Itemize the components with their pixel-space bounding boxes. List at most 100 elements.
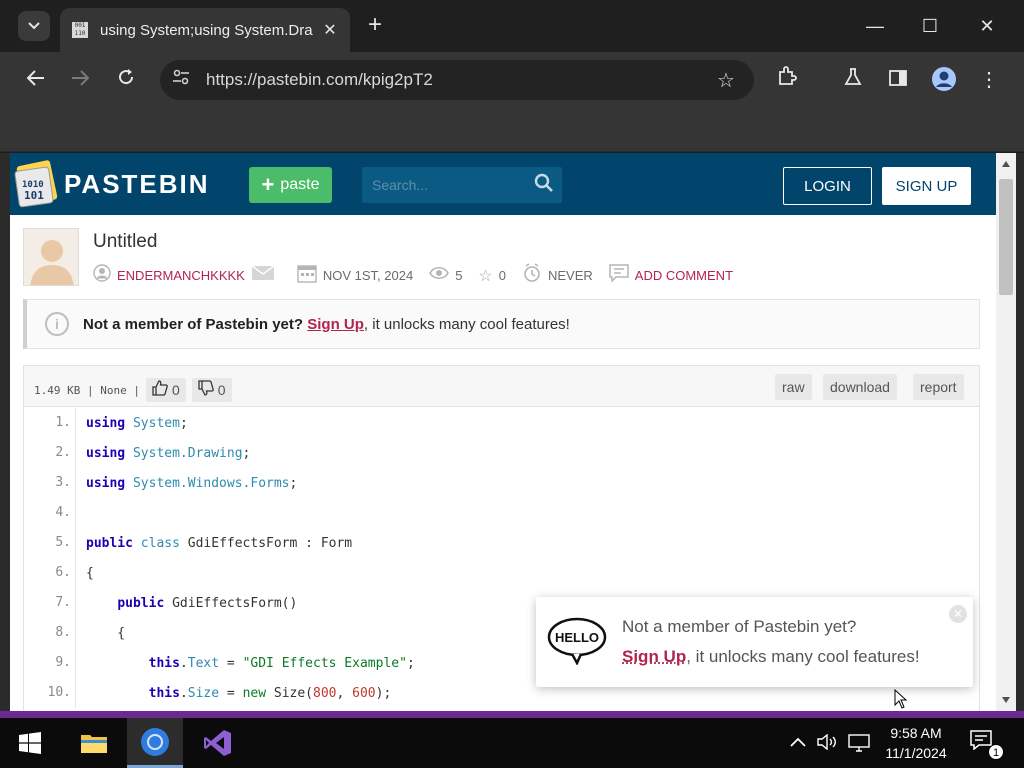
svg-text:101: 101 xyxy=(24,189,44,202)
raw-button[interactable]: raw xyxy=(775,374,812,400)
author-link[interactable]: ENDERMANCHKKKK xyxy=(117,268,245,283)
like-count: 0 xyxy=(171,382,180,398)
code-text: { xyxy=(76,626,125,641)
comment-icon xyxy=(609,264,629,287)
download-button[interactable]: download xyxy=(823,374,897,400)
search-icon[interactable] xyxy=(534,173,554,199)
line-number: 8. xyxy=(24,618,76,648)
volume-icon[interactable] xyxy=(817,733,839,755)
browser-toolbar: https://pastebin.com/kpig2pT2 ☆ ⋮ xyxy=(0,52,1024,108)
address-bar[interactable]: https://pastebin.com/kpig2pT2 ☆ xyxy=(160,60,754,100)
scrollbar-thumb[interactable] xyxy=(999,179,1013,295)
visual-studio-icon[interactable] xyxy=(190,718,246,768)
code-token: ; xyxy=(242,445,251,461)
tray-chevron-up-icon[interactable] xyxy=(790,734,806,752)
login-button[interactable]: LOGIN xyxy=(783,167,872,205)
bookmark-star-icon[interactable]: ☆ xyxy=(712,68,740,93)
code-token: System.Drawing xyxy=(132,445,243,461)
action-center-icon[interactable]: 1 xyxy=(970,730,1004,760)
code-token: GdiEffectsForm : Form xyxy=(179,535,353,551)
dislike-button[interactable]: 0 xyxy=(191,378,232,402)
notice-rest: , it unlocks many cool features! xyxy=(363,315,570,333)
extensions-icon[interactable] xyxy=(773,66,801,94)
site-info-icon[interactable] xyxy=(170,69,192,91)
code-token: ); xyxy=(375,685,392,701)
star-count: 0 xyxy=(498,268,506,283)
paste-date: NOV 1ST, 2024 xyxy=(322,268,414,283)
scroll-up-arrow-icon[interactable] xyxy=(1002,161,1010,167)
paste-button-label: paste xyxy=(280,176,320,193)
code-token: public xyxy=(86,535,133,551)
windows-start-icon[interactable] xyxy=(2,718,58,768)
message-envelope-icon[interactable] xyxy=(251,265,275,286)
pastebin-logo-icon[interactable]: 1010 101 xyxy=(14,159,58,209)
scroll-down-arrow-icon[interactable] xyxy=(1002,697,1010,703)
close-window-icon[interactable]: ✕ xyxy=(972,12,1002,40)
new-paste-button[interactable]: + paste xyxy=(249,167,332,203)
browser-tab[interactable]: 001 110 using System;using System.Dra ✕ xyxy=(60,8,350,52)
back-arrow-icon[interactable] xyxy=(22,66,50,94)
code-token: "GDI Effects Example" xyxy=(242,655,407,671)
window-edge xyxy=(0,153,10,711)
line-number: 7. xyxy=(24,588,76,618)
code-token: , xyxy=(336,685,353,701)
code-token: Size xyxy=(187,685,220,701)
pastebin-favicon-icon: 001 110 xyxy=(72,22,88,38)
network-icon[interactable] xyxy=(848,734,870,757)
code-text: { xyxy=(76,566,94,581)
line-number: 6. xyxy=(24,558,76,588)
forward-arrow-icon[interactable] xyxy=(66,66,94,94)
code-token: { xyxy=(86,625,126,641)
star-icon[interactable]: ☆ xyxy=(478,266,492,286)
code-token: System.Windows.Forms xyxy=(132,475,290,491)
dislike-count: 0 xyxy=(217,382,226,398)
browser-tabstrip: 001 110 using System;using System.Dra ✕ +… xyxy=(0,0,1024,52)
reload-icon[interactable] xyxy=(112,66,140,94)
separator: | xyxy=(86,383,94,397)
close-tab-icon[interactable]: ✕ xyxy=(322,20,338,40)
notification-count-badge: 1 xyxy=(988,744,1004,760)
code-text: this.Size = new Size(800, 600); xyxy=(76,685,392,701)
tab-title: using System;using System.Dra xyxy=(100,21,313,39)
code-token: { xyxy=(86,565,94,581)
code-token: ; xyxy=(406,655,415,671)
syntax-label[interactable]: None xyxy=(100,384,127,397)
pastebin-brand[interactable]: PASTEBIN xyxy=(64,169,210,200)
minimize-icon[interactable]: — xyxy=(860,12,890,40)
chrome-taskbar-icon[interactable] xyxy=(127,718,183,768)
menu-kebab-icon[interactable]: ⋮ xyxy=(975,66,1003,94)
paste-meta: ENDERMANCHKKKK NOV 1ST, 2024 5 ☆ 0 NEVER… xyxy=(93,263,749,288)
thumbs-down-icon xyxy=(198,379,214,401)
expiry-clock-icon xyxy=(522,263,542,288)
line-number: 4. xyxy=(24,498,76,528)
vertical-scrollbar[interactable] xyxy=(996,153,1016,711)
signup-button[interactable]: SIGN UP xyxy=(882,167,971,205)
window-edge xyxy=(1016,153,1024,711)
new-tab-button[interactable]: + xyxy=(362,12,388,38)
notice-bold: Not a member of Pastebin yet? xyxy=(83,315,304,333)
notice-signup-link[interactable]: Sign Up xyxy=(307,316,364,333)
search-input[interactable]: Search... xyxy=(362,167,562,203)
popup-line-2: Sign Up, it unlocks many cool features! xyxy=(622,647,920,667)
code-token: ; xyxy=(289,475,298,491)
labs-flask-icon[interactable] xyxy=(839,66,867,94)
popup-line-2-rest: , it unlocks many cool features! xyxy=(686,647,920,666)
close-popup-icon[interactable]: ✕ xyxy=(949,605,967,623)
author-avatar[interactable] xyxy=(23,228,79,286)
popup-signup-link[interactable]: Sign Up xyxy=(622,647,686,666)
taskbar-clock[interactable]: 9:58 AM 11/1/2024 xyxy=(876,723,956,763)
add-comment-link[interactable]: ADD COMMENT xyxy=(635,268,733,283)
report-button[interactable]: report xyxy=(913,374,964,400)
like-button[interactable]: 0 xyxy=(145,378,186,402)
maximize-icon[interactable]: ☐ xyxy=(915,12,945,40)
side-panel-icon[interactable] xyxy=(884,66,912,94)
file-explorer-icon[interactable] xyxy=(66,718,122,768)
profile-avatar-icon[interactable] xyxy=(930,66,958,94)
url-text[interactable]: https://pastebin.com/kpig2pT2 xyxy=(206,70,712,90)
paste-title: Untitled xyxy=(93,231,158,252)
chevron-down-icon[interactable] xyxy=(18,11,50,41)
